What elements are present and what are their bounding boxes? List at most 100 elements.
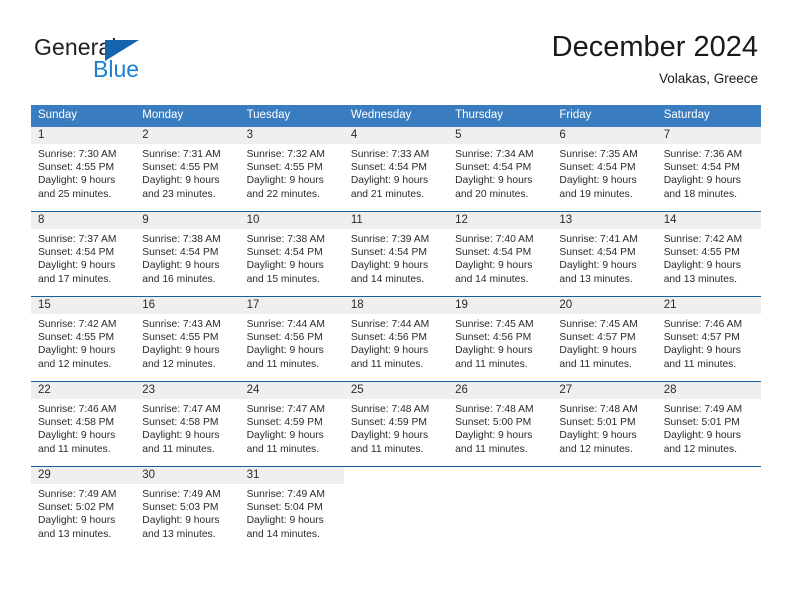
day-cell[interactable]: 26 Sunrise: 7:48 AM Sunset: 5:00 PM Dayl… (448, 381, 553, 467)
sunrise-text: Sunrise: 7:48 AM (455, 404, 534, 415)
daylight-text-line2: and 22 minutes. (246, 188, 320, 200)
day-cell[interactable]: 13 Sunrise: 7:41 AM Sunset: 4:54 PM Dayl… (552, 211, 657, 297)
day-cell[interactable]: 12 Sunrise: 7:40 AM Sunset: 4:54 PM Dayl… (448, 211, 553, 297)
day-cell[interactable]: 17 Sunrise: 7:44 AM Sunset: 4:56 PM Dayl… (239, 296, 344, 382)
day-cell[interactable]: 27 Sunrise: 7:48 AM Sunset: 5:01 PM Dayl… (552, 381, 657, 467)
weekday-header-saturday: Saturday (656, 105, 761, 127)
day-cell[interactable]: 16 Sunrise: 7:43 AM Sunset: 4:55 PM Dayl… (135, 296, 240, 382)
daylight-text-line2: and 13 minutes. (559, 273, 633, 285)
day-cell[interactable]: 31 Sunrise: 7:49 AM Sunset: 5:04 PM Dayl… (239, 466, 344, 551)
daylight-text-line1: Daylight: 9 hours (663, 175, 741, 187)
daylight-text-line2: and 20 minutes. (455, 188, 529, 200)
general-blue-logo[interactable]: General Blue (34, 34, 214, 90)
day-number: 30 (135, 467, 240, 484)
day-cell[interactable]: 19 Sunrise: 7:45 AM Sunset: 4:56 PM Dayl… (448, 296, 553, 382)
day-cell[interactable]: 28 Sunrise: 7:49 AM Sunset: 5:01 PM Dayl… (656, 381, 761, 467)
sunrise-text: Sunrise: 7:32 AM (246, 149, 325, 160)
daylight-text-line1: Daylight: 9 hours (455, 260, 533, 272)
day-cell[interactable]: 25 Sunrise: 7:48 AM Sunset: 4:59 PM Dayl… (343, 381, 449, 467)
day-cell[interactable]: 14 Sunrise: 7:42 AM Sunset: 4:55 PM Dayl… (656, 211, 761, 297)
day-number (552, 467, 657, 484)
sunrise-text: Sunrise: 7:49 AM (246, 489, 325, 500)
day-cell[interactable]: 21 Sunrise: 7:46 AM Sunset: 4:57 PM Dayl… (656, 296, 761, 382)
day-cell[interactable]: 11 Sunrise: 7:39 AM Sunset: 4:54 PM Dayl… (343, 211, 449, 297)
daylight-text-line1: Daylight: 9 hours (142, 260, 220, 272)
day-cell[interactable]: 24 Sunrise: 7:47 AM Sunset: 4:59 PM Dayl… (239, 381, 344, 467)
day-cell[interactable]: 9 Sunrise: 7:38 AM Sunset: 4:54 PM Dayli… (135, 211, 240, 297)
day-cell[interactable]: 18 Sunrise: 7:44 AM Sunset: 4:56 PM Dayl… (343, 296, 449, 382)
day-number: 21 (656, 297, 761, 314)
sunset-text: Sunset: 5:02 PM (38, 502, 115, 514)
daylight-text-line1: Daylight: 9 hours (142, 430, 220, 442)
day-number: 27 (552, 382, 657, 399)
sunrise-text: Sunrise: 7:35 AM (559, 149, 638, 160)
daylight-text-line1: Daylight: 9 hours (246, 345, 324, 357)
day-details: Sunrise: 7:37 AM Sunset: 4:54 PM Dayligh… (31, 229, 135, 286)
sunrise-text: Sunrise: 7:38 AM (142, 234, 221, 245)
daylight-text-line1: Daylight: 9 hours (663, 430, 741, 442)
day-cell[interactable]: 22 Sunrise: 7:46 AM Sunset: 4:58 PM Dayl… (31, 381, 136, 467)
daylight-text-line1: Daylight: 9 hours (559, 430, 637, 442)
sunset-text: Sunset: 4:58 PM (38, 417, 115, 429)
day-number: 25 (343, 382, 449, 399)
daylight-text-line1: Daylight: 9 hours (663, 345, 741, 357)
sunset-text: Sunset: 4:55 PM (38, 162, 115, 174)
day-cell[interactable]: 3 Sunrise: 7:32 AM Sunset: 4:55 PM Dayli… (239, 127, 344, 212)
day-cell[interactable]: 20 Sunrise: 7:45 AM Sunset: 4:57 PM Dayl… (552, 296, 657, 382)
sunrise-text: Sunrise: 7:47 AM (246, 404, 325, 415)
sunset-text: Sunset: 4:56 PM (455, 332, 532, 344)
day-cell[interactable]: 30 Sunrise: 7:49 AM Sunset: 5:03 PM Dayl… (135, 466, 240, 551)
daylight-text-line2: and 12 minutes. (142, 358, 216, 370)
day-number: 4 (343, 127, 449, 144)
title-block: December 2024 Volakas, Greece (552, 30, 758, 87)
daylight-text-line2: and 13 minutes. (142, 528, 216, 540)
day-number: 18 (343, 297, 449, 314)
day-number: 2 (135, 127, 240, 144)
sunset-text: Sunset: 4:57 PM (663, 332, 740, 344)
daylight-text-line1: Daylight: 9 hours (38, 515, 116, 527)
daylight-text-line2: and 19 minutes. (559, 188, 633, 200)
day-details: Sunrise: 7:39 AM Sunset: 4:54 PM Dayligh… (344, 229, 448, 286)
day-cell[interactable]: 23 Sunrise: 7:47 AM Sunset: 4:58 PM Dayl… (135, 381, 240, 467)
weekday-header-thursday: Thursday (448, 105, 553, 127)
day-cell[interactable]: 15 Sunrise: 7:42 AM Sunset: 4:55 PM Dayl… (31, 296, 136, 382)
day-cell[interactable]: 4 Sunrise: 7:33 AM Sunset: 4:54 PM Dayli… (343, 127, 449, 212)
daylight-text-line2: and 21 minutes. (350, 188, 425, 200)
sunset-text: Sunset: 4:55 PM (142, 332, 219, 344)
daylight-text-line1: Daylight: 9 hours (350, 345, 429, 357)
day-details: Sunrise: 7:42 AM Sunset: 4:55 PM Dayligh… (657, 229, 761, 286)
day-details: Sunrise: 7:48 AM Sunset: 5:01 PM Dayligh… (552, 399, 656, 456)
sunrise-text: Sunrise: 7:46 AM (663, 319, 743, 330)
daylight-text-line2: and 11 minutes. (455, 443, 528, 455)
day-cell[interactable]: 2 Sunrise: 7:31 AM Sunset: 4:55 PM Dayli… (135, 127, 240, 212)
calendar-body: 1 Sunrise: 7:30 AM Sunset: 4:55 PM Dayli… (31, 127, 761, 551)
calendar-page: General Blue December 2024 Volakas, Gree… (0, 0, 792, 612)
sunrise-text: Sunrise: 7:38 AM (246, 234, 325, 245)
day-cell[interactable]: 5 Sunrise: 7:34 AM Sunset: 4:54 PM Dayli… (448, 127, 553, 212)
day-number: 5 (448, 127, 553, 144)
day-cell[interactable]: 7 Sunrise: 7:36 AM Sunset: 4:54 PM Dayli… (656, 127, 761, 212)
day-number: 10 (239, 212, 344, 229)
calendar-table: Sunday Monday Tuesday Wednesday Thursday… (31, 105, 761, 551)
day-number: 1 (31, 127, 136, 144)
day-cell[interactable]: 8 Sunrise: 7:37 AM Sunset: 4:54 PM Dayli… (31, 211, 136, 297)
day-number: 15 (31, 297, 136, 314)
day-number: 23 (135, 382, 240, 399)
day-number: 12 (448, 212, 553, 229)
daylight-text-line1: Daylight: 9 hours (455, 430, 533, 442)
day-details: Sunrise: 7:42 AM Sunset: 4:55 PM Dayligh… (31, 314, 135, 371)
sunrise-text: Sunrise: 7:44 AM (350, 319, 430, 330)
day-cell[interactable]: 29 Sunrise: 7:49 AM Sunset: 5:02 PM Dayl… (31, 466, 136, 551)
daylight-text-line1: Daylight: 9 hours (350, 430, 429, 442)
daylight-text-line2: and 11 minutes. (350, 443, 424, 455)
day-cell[interactable]: 6 Sunrise: 7:35 AM Sunset: 4:54 PM Dayli… (552, 127, 657, 212)
weekday-header-friday: Friday (552, 105, 657, 127)
sunset-text: Sunset: 4:54 PM (663, 162, 740, 174)
day-cell[interactable]: 1 Sunrise: 7:30 AM Sunset: 4:55 PM Dayli… (31, 127, 136, 212)
sunrise-text: Sunrise: 7:48 AM (350, 404, 430, 415)
day-number: 22 (31, 382, 136, 399)
sunrise-text: Sunrise: 7:37 AM (38, 234, 117, 245)
sunset-text: Sunset: 5:03 PM (142, 502, 219, 514)
sunrise-text: Sunrise: 7:44 AM (246, 319, 325, 330)
day-cell[interactable]: 10 Sunrise: 7:38 AM Sunset: 4:54 PM Dayl… (239, 211, 344, 297)
